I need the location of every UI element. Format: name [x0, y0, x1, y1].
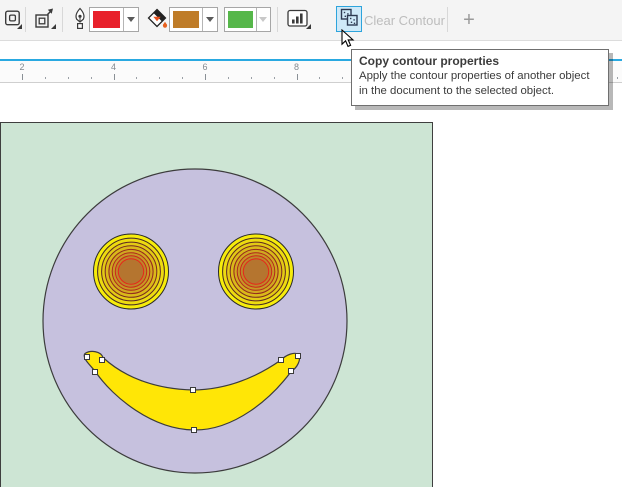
curve-node[interactable] — [278, 357, 284, 363]
curve-node[interactable] — [295, 353, 301, 359]
curve-node[interactable] — [99, 357, 105, 363]
property-bar: Clear Contour + — [0, 0, 622, 41]
app-window: { "toolbar": { "clear_contour_label": "C… — [0, 0, 622, 487]
flyout-indicator-icon — [51, 24, 56, 29]
clear-contour-label: Clear Contour — [364, 12, 445, 28]
fill-color-icon — [146, 6, 168, 32]
object-acceleration-button[interactable] — [283, 6, 313, 32]
ruler-number: 2 — [19, 62, 25, 72]
ruler-number: 8 — [293, 62, 300, 72]
end-fill-color-picker[interactable] — [224, 7, 271, 32]
outline-color-picker[interactable] — [89, 7, 139, 32]
fill-diamond-icon — [147, 8, 168, 28]
tooltip: Copy contour properties Apply the contou… — [351, 49, 609, 106]
plus-icon: + — [463, 8, 475, 31]
right-eye-contour-object[interactable] — [218, 233, 294, 310]
end-fill-color-swatch — [228, 11, 253, 28]
pen-nib-icon — [75, 7, 85, 30]
copy-contour-properties-button[interactable] — [336, 6, 362, 32]
tooltip-title: Copy contour properties — [359, 54, 500, 68]
fill-color-picker[interactable] — [169, 7, 218, 32]
add-preset-button[interactable]: + — [455, 0, 483, 40]
left-eye-contour-object[interactable] — [93, 233, 169, 310]
curve-node[interactable] — [84, 354, 90, 360]
outline-color-dropdown[interactable] — [122, 8, 138, 31]
flyout-indicator-icon — [17, 24, 22, 29]
fill-color-dropdown[interactable] — [202, 8, 217, 31]
end-fill-color-dropdown — [255, 8, 270, 31]
ruler-number: 4 — [110, 62, 117, 72]
curve-node[interactable] — [92, 369, 98, 375]
curve-node[interactable] — [288, 368, 294, 374]
curve-node[interactable] — [191, 427, 197, 433]
chevron-down-icon — [126, 17, 135, 22]
chevron-down-icon — [259, 17, 268, 22]
chevron-down-icon — [206, 17, 215, 22]
outline-color-swatch — [93, 11, 120, 28]
ruler-number: 6 — [202, 62, 208, 72]
contour-steps-button[interactable] — [2, 6, 24, 32]
curve-node[interactable] — [190, 387, 196, 393]
toolbar-separator — [447, 7, 448, 32]
clear-contour-button[interactable]: Clear Contour — [364, 0, 445, 40]
copy-properties-icon — [340, 8, 358, 26]
drawing-page[interactable] — [0, 122, 433, 487]
flyout-indicator-icon — [306, 24, 311, 29]
tooltip-body: Apply the contour properties of another … — [359, 70, 590, 97]
toolbar-separator — [62, 7, 63, 32]
fill-color-swatch — [173, 11, 200, 28]
toolbar-separator — [25, 7, 26, 32]
contour-direction-button[interactable] — [31, 6, 58, 32]
toolbar-separator — [277, 7, 278, 32]
outline-pen-icon — [72, 6, 88, 32]
